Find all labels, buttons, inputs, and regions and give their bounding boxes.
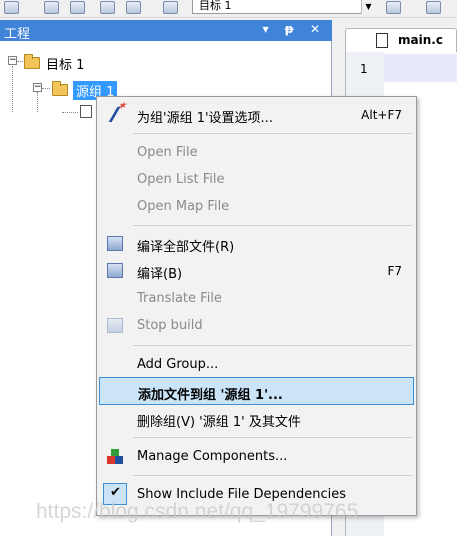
tree-connector — [62, 112, 78, 113]
menu-item-open-list-file[interactable]: Open List File — [99, 166, 414, 194]
toolbar-copy-icon[interactable] — [70, 1, 85, 14]
expand-toggle-group[interactable]: − — [33, 83, 42, 92]
build-icon — [107, 263, 123, 278]
project-panel-title: 工程 — [4, 27, 31, 42]
project-panel-header: 工程 ▾ ᵽ ✕ — [0, 20, 332, 42]
toolbar-save-icon[interactable] — [44, 1, 59, 14]
target-select[interactable]: 目标 1 — [192, 0, 375, 14]
tree-connector — [12, 66, 13, 112]
expand-toggle-root[interactable]: − — [8, 56, 17, 65]
tab-main-c[interactable]: main.c — [345, 28, 457, 52]
panel-controls[interactable]: ▾ ᵽ ✕ — [263, 22, 326, 36]
file-icon — [376, 33, 388, 48]
menu-item-manage-components[interactable]: Manage Components... — [99, 443, 414, 471]
menu-item-shortcut: Alt+F7 — [361, 108, 402, 122]
menu-item-label: 为组'源组 1'设置选项... — [137, 111, 273, 126]
menu-item-translate-file[interactable]: Translate File — [99, 285, 414, 313]
menu-item-label: Open File — [137, 145, 198, 160]
menu-item-add-files-to-group[interactable]: 添加文件到组 '源组 1'... — [99, 377, 414, 405]
menu-separator — [133, 475, 412, 476]
menu-item-add-group[interactable]: Add Group... — [99, 351, 414, 379]
menu-item-label: 编译全部文件(R) — [137, 240, 235, 255]
menu-item-label: Open Map File — [137, 199, 230, 214]
menu-item-label: 添加文件到组 '源组 1'... — [138, 388, 283, 403]
menu-separator — [133, 225, 412, 226]
toolbar-layers-icon[interactable] — [100, 1, 115, 14]
toolbar: 目标 1 ▼ — [0, 0, 457, 18]
tab-label: main.c — [398, 33, 443, 47]
menu-item-label: Stop build — [137, 318, 203, 333]
stop-build-icon — [107, 318, 123, 333]
menu-item-group-options[interactable]: 为组'源组 1'设置选项... Alt+F7 — [99, 101, 414, 129]
menu-separator — [133, 133, 412, 134]
toolbar-button-icon[interactable] — [4, 1, 19, 14]
toolbar-load-icon[interactable] — [163, 1, 178, 14]
rebuild-icon — [107, 236, 123, 251]
group-folder-icon — [52, 81, 68, 96]
menu-item-label: Add Group... — [137, 357, 219, 372]
toolbar-build-icon[interactable] — [126, 1, 141, 14]
watermark: https://blog.csdn.net/qq_19799765 — [36, 500, 359, 523]
file-icon[interactable] — [80, 105, 92, 118]
menu-item-label: Translate File — [137, 291, 222, 306]
menu-item-label: 编译(B) — [137, 267, 183, 282]
menu-separator — [133, 437, 412, 438]
chevron-down-icon[interactable]: ▼ — [361, 0, 375, 14]
target-folder-icon — [24, 54, 40, 69]
manage-components-icon[interactable] — [426, 1, 441, 14]
options-wand-icon[interactable] — [386, 1, 401, 14]
tree-connector — [37, 92, 38, 112]
current-line-highlight — [384, 54, 457, 82]
menu-item-rebuild-all[interactable]: 编译全部文件(R) — [99, 230, 414, 258]
menu-item-open-map-file[interactable]: Open Map File — [99, 193, 414, 221]
tree-connector — [17, 61, 23, 62]
context-menu: 为组'源组 1'设置选项... Alt+F7 Open File Open Li… — [96, 96, 417, 516]
menu-item-build[interactable]: 编译(B) F7 — [99, 257, 414, 285]
menu-item-label: Manage Components... — [137, 449, 288, 464]
menu-item-stop-build[interactable]: Stop build — [99, 312, 414, 340]
line-number: 1 — [360, 62, 368, 76]
menu-item-label: 删除组(V) '源组 1' 及其文件 — [137, 415, 301, 430]
menu-item-shortcut: F7 — [387, 264, 402, 278]
components-icon — [107, 449, 123, 464]
tree-connector — [42, 88, 50, 89]
menu-item-open-file[interactable]: Open File — [99, 139, 414, 167]
menu-item-label: Open List File — [137, 172, 225, 187]
menu-separator — [133, 345, 412, 346]
menu-item-remove-group[interactable]: 删除组(V) '源组 1' 及其文件 — [99, 405, 414, 433]
tree-item-target[interactable]: 目标 1 — [46, 54, 84, 73]
magic-wand-icon — [108, 107, 134, 122]
